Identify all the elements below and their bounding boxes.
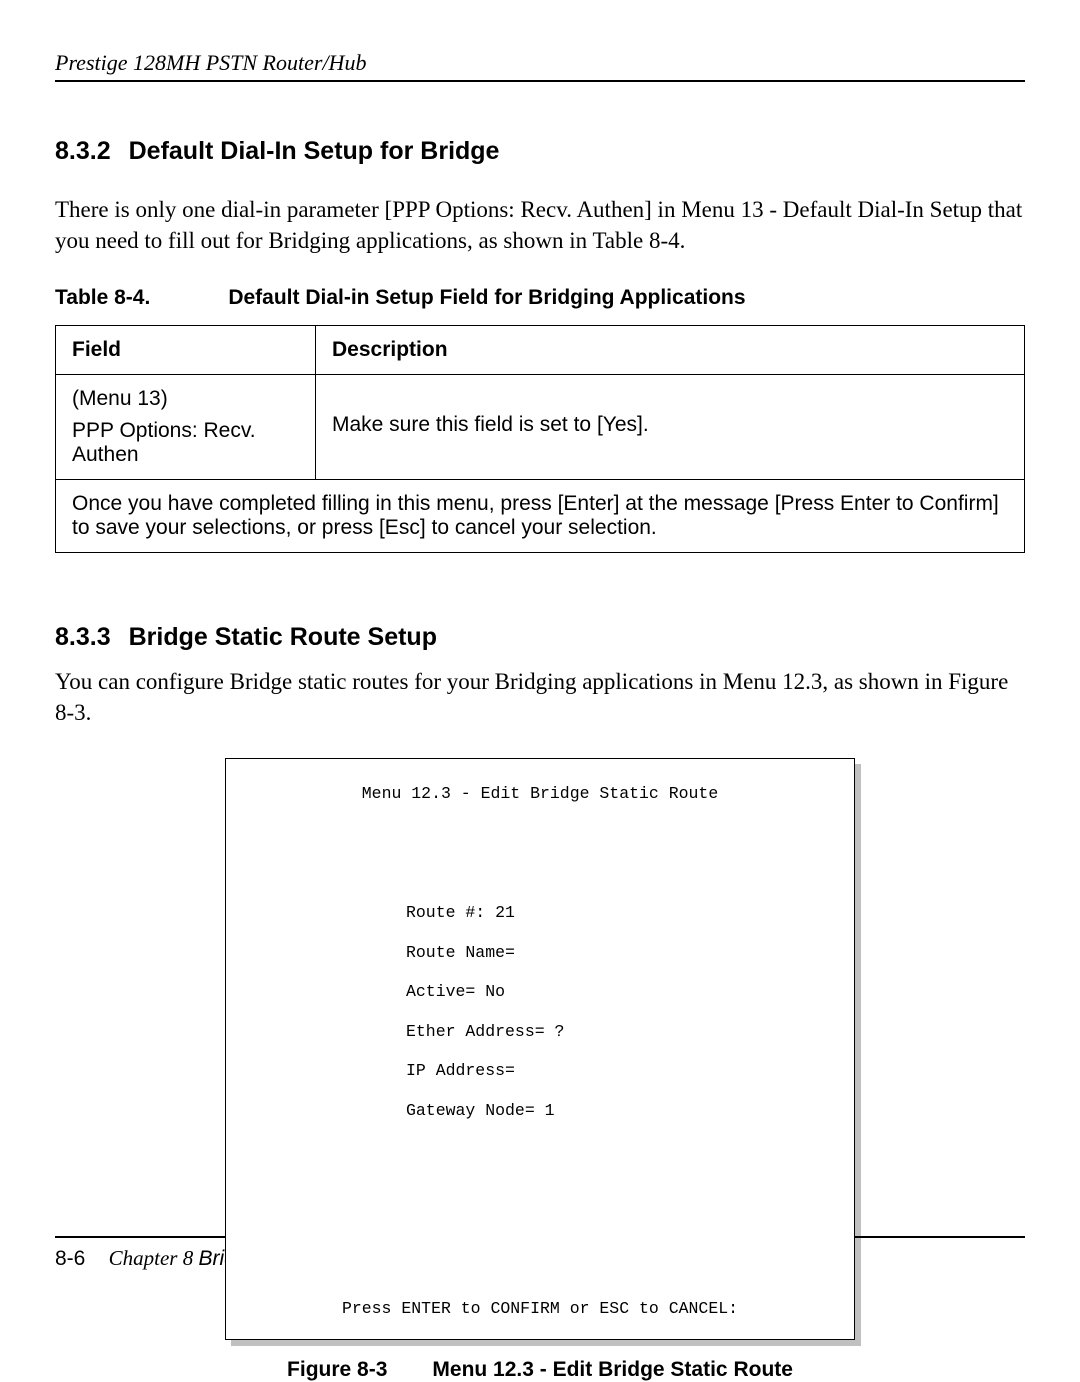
- section-number: 8.3.2: [55, 137, 111, 166]
- page-header: Prestige 128MH PSTN Router/Hub: [55, 50, 1025, 82]
- table-caption-title: Default Dial-in Setup Field for Bridging…: [228, 286, 745, 309]
- terminal-line: Route #: 21: [256, 903, 824, 923]
- terminal-box-outer: Menu 12.3 - Edit Bridge Static Route Rou…: [225, 758, 855, 1340]
- terminal-footer: Press ENTER to CONFIRM or ESC to CANCEL:: [256, 1299, 824, 1319]
- table-header-row: Field Description: [56, 326, 1025, 375]
- section-heading-2: 8.3.3 Bridge Static Route Setup: [55, 623, 1025, 652]
- section-title: Bridge Static Route Setup: [129, 623, 437, 651]
- figure-caption-number: Figure 8-3: [287, 1358, 387, 1382]
- terminal-blank: [256, 863, 824, 883]
- data-table: Field Description (Menu 13) PPP Options:…: [55, 325, 1025, 553]
- terminal-blank: [256, 1259, 824, 1279]
- terminal-box: Menu 12.3 - Edit Bridge Static Route Rou…: [225, 758, 855, 1340]
- description-text: Make sure this field is set to [Yes].: [332, 413, 649, 436]
- terminal-blank: [256, 824, 824, 844]
- table-caption: Table 8-4. Default Dial-in Setup Field fo…: [55, 286, 1025, 310]
- section-number: 8.3.3: [55, 623, 111, 652]
- section1-body: There is only one dial-in parameter [PPP…: [55, 194, 1025, 256]
- figure-caption-title: Menu 12.3 - Edit Bridge Static Route: [432, 1358, 793, 1381]
- page-number: 8-6: [55, 1247, 85, 1270]
- table-cell-description: Make sure this field is set to [Yes].: [316, 375, 1025, 480]
- terminal-line: IP Address=: [256, 1061, 824, 1081]
- table-header-description: Description: [316, 326, 1025, 375]
- table-header-field: Field: [56, 326, 316, 375]
- figure-caption: Figure 8-3 Menu 12.3 - Edit Bridge Static…: [55, 1358, 1025, 1382]
- section-heading-1: 8.3.2 Default Dial-In Setup for Bridge: [55, 137, 1025, 166]
- terminal-line: Active= No: [256, 982, 824, 1002]
- table-footer-note: Once you have completed filling in this …: [56, 480, 1025, 553]
- field-line2: PPP Options: Recv. Authen: [72, 419, 256, 466]
- terminal-blank: [256, 1220, 824, 1240]
- terminal-blank: [256, 1141, 824, 1161]
- table-row: Once you have completed filling in this …: [56, 480, 1025, 553]
- table-cell-field: (Menu 13) PPP Options: Recv. Authen: [56, 375, 316, 480]
- terminal-line: Route Name=: [256, 943, 824, 963]
- chapter-label: Chapter 8: [109, 1246, 194, 1270]
- spacer: [332, 387, 1008, 413]
- table-caption-number: Table 8-4.: [55, 286, 150, 310]
- section2-body: You can configure Bridge static routes f…: [55, 666, 1025, 728]
- terminal-line: Gateway Node= 1: [256, 1101, 824, 1121]
- field-line1: (Menu 13): [72, 387, 299, 411]
- table-row: (Menu 13) PPP Options: Recv. Authen Make…: [56, 375, 1025, 480]
- section-title: Default Dial-In Setup for Bridge: [129, 137, 500, 165]
- terminal-title: Menu 12.3 - Edit Bridge Static Route: [256, 784, 824, 804]
- terminal-blank: [256, 1180, 824, 1200]
- terminal-line: Ether Address= ?: [256, 1022, 824, 1042]
